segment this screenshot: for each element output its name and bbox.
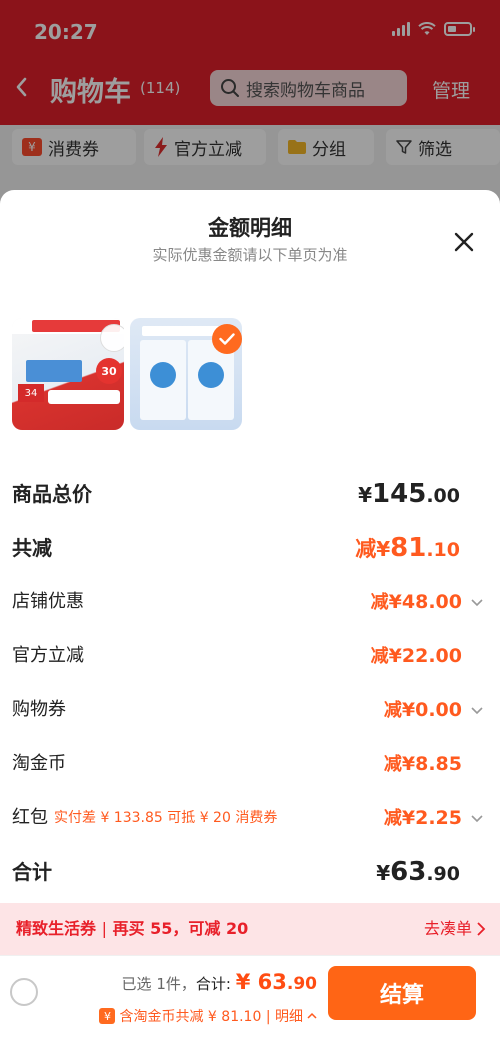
product-discount-badge: 30 xyxy=(96,358,122,384)
shop-discount-value: 减¥48.00 xyxy=(370,591,462,613)
chevron-down-icon[interactable] xyxy=(470,703,484,717)
sheet-subtitle: 实际优惠金额请以下单页为准 xyxy=(152,246,348,264)
subtotal-value: ¥63.90 xyxy=(376,857,460,887)
hongbao-label: 红包 xyxy=(12,807,48,828)
hongbao-value: 减¥2.25 xyxy=(383,807,462,829)
taojinbi-label: 淘金币 xyxy=(12,753,66,774)
close-icon[interactable] xyxy=(452,230,476,254)
chevron-down-icon[interactable] xyxy=(470,595,484,609)
total-reduce-value: 减¥81.10 xyxy=(355,533,460,563)
row-total-reduce: 共减 减¥81.10 xyxy=(12,531,488,565)
amount-detail-sheet: 金额明细 实际优惠金额请以下单页为准 34 30 商品总价 ¥145.00 共减… xyxy=(0,190,500,1049)
total-value: ¥ 63.90 xyxy=(235,970,317,994)
row-shopping-coupon[interactable]: 购物券 减¥0.00 xyxy=(12,693,488,727)
product-select-checkbox[interactable] xyxy=(100,324,124,352)
checkout-bar: 已选 1件，合计: ¥ 63.90 ¥ 含淘金币共减 ¥ 81.10 | 明细 … xyxy=(0,955,500,1049)
product-price-tag: 34 xyxy=(18,384,44,402)
sheet-title: 金额明细 xyxy=(208,216,292,240)
row-official-reduce: 官方立减 减¥22.00 xyxy=(12,639,488,673)
product-thumbnail[interactable] xyxy=(130,318,242,430)
shopping-coupon-value: 减¥0.00 xyxy=(383,699,462,721)
total-reduce-label: 共减 xyxy=(12,536,52,560)
hongbao-note: 实付差 ¥ 133.85 可抵 ¥ 20 消费券 xyxy=(54,810,278,826)
chevron-down-icon[interactable] xyxy=(470,811,484,825)
row-subtotal: 合计 ¥63.90 xyxy=(12,855,488,889)
product-select-checkbox[interactable] xyxy=(212,324,242,354)
coupon-promo-bar[interactable]: 精致生活券 | 再买 55，可减 20 去凑单 xyxy=(0,903,500,955)
shop-discount-label: 店铺优惠 xyxy=(12,591,84,612)
checkout-button[interactable]: 结算 xyxy=(328,966,476,1020)
goods-total-value: ¥145.00 xyxy=(358,479,460,509)
select-all-checkbox[interactable] xyxy=(10,978,38,1006)
chevron-up-icon xyxy=(307,1012,317,1019)
official-reduce-label: 官方立减 xyxy=(12,645,84,666)
row-hongbao[interactable]: 红包 实付差 ¥ 133.85 可抵 ¥ 20 消费券 减¥2.25 xyxy=(12,801,488,835)
shopping-coupon-label: 购物券 xyxy=(12,699,66,720)
row-goods-total: 商品总价 ¥145.00 xyxy=(12,477,488,511)
goods-total-label: 商品总价 xyxy=(12,482,92,506)
official-reduce-value: 减¥22.00 xyxy=(370,645,462,667)
add-on-order-link[interactable]: 去凑单 xyxy=(424,903,472,955)
selected-count: 已选 1件， xyxy=(121,975,196,993)
subtotal-label: 合计 xyxy=(12,860,52,884)
coupon-promo-text: 精致生活券 | 再买 55，可减 20 xyxy=(16,919,249,938)
checkmark-icon xyxy=(219,333,235,345)
total-label: 合计: xyxy=(195,975,231,993)
row-taojinbi: 淘金币 减¥8.85 xyxy=(12,747,488,781)
row-shop-discount[interactable]: 店铺优惠 减¥48.00 xyxy=(12,585,488,619)
chevron-right-icon xyxy=(477,922,486,936)
taojinbi-value: 减¥8.85 xyxy=(383,753,462,775)
product-thumbnail[interactable]: 34 30 xyxy=(12,318,124,430)
coin-icon: ¥ xyxy=(99,1008,116,1024)
selected-summary: 已选 1件，合计: ¥ 63.90 xyxy=(122,970,317,994)
discount-detail-toggle[interactable]: ¥ 含淘金币共减 ¥ 81.10 | 明细 xyxy=(99,1006,317,1026)
discount-detail-text: 含淘金币共减 ¥ 81.10 | 明细 xyxy=(119,1009,303,1025)
